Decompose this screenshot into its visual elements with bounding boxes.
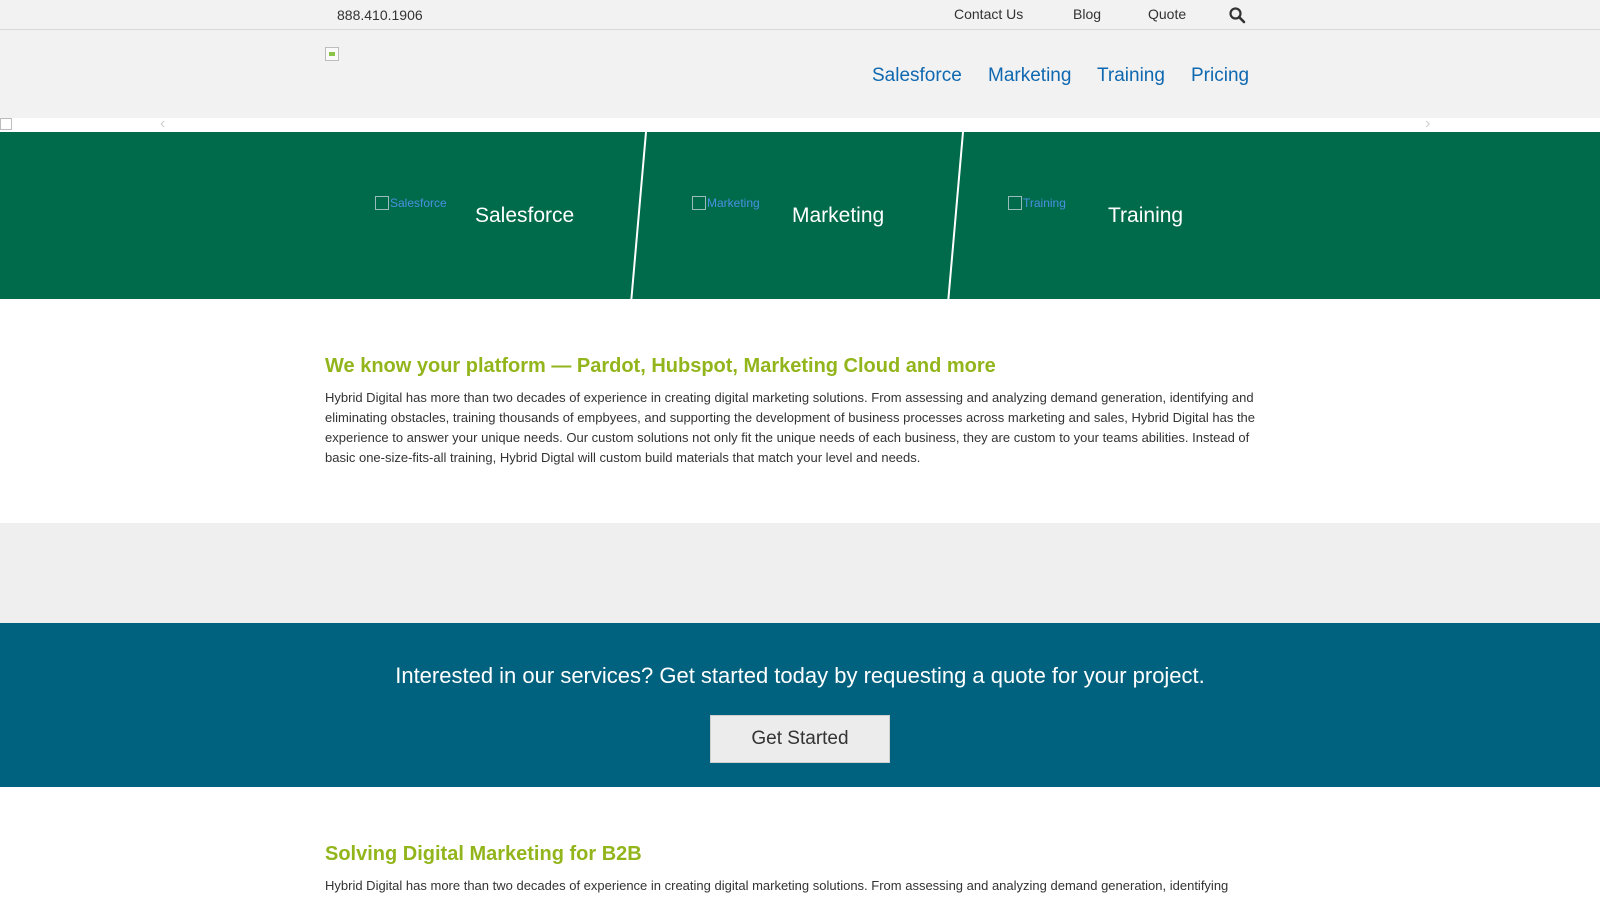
b2b-section: Solving Digital Marketing for B2B Hybrid… xyxy=(0,787,1600,900)
gray-divider-band xyxy=(0,523,1600,623)
blog-link[interactable]: Blog xyxy=(1073,6,1101,22)
b2b-body: Hybrid Digital has more than two decades… xyxy=(325,878,1229,893)
nav-training[interactable]: Training xyxy=(1097,65,1165,87)
get-started-button[interactable]: Get Started xyxy=(710,715,890,763)
platform-section: We know your platform — Pardot, Hubspot,… xyxy=(0,299,1600,523)
utility-bar: 888.410.1906 Contact Us Blog Quote xyxy=(0,0,1600,30)
b2b-heading: Solving Digital Marketing for B2B xyxy=(325,843,642,865)
logo-image[interactable] xyxy=(325,47,339,61)
site-header: Salesforce Marketing Training Pricing xyxy=(0,30,1600,118)
services-band: Salesforce Salesforce Marketing Marketin… xyxy=(0,132,1600,299)
quote-link[interactable]: Quote xyxy=(1148,6,1186,22)
nav-pricing[interactable]: Pricing xyxy=(1191,65,1249,87)
cta-text: Interested in our services? Get started … xyxy=(395,663,1205,688)
nav-marketing[interactable]: Marketing xyxy=(988,65,1071,87)
marketing-service-label[interactable]: Marketing xyxy=(792,204,884,228)
contact-us-link[interactable]: Contact Us xyxy=(954,6,1023,22)
service-divider xyxy=(630,132,647,299)
search-icon[interactable] xyxy=(1228,6,1246,24)
training-service-label[interactable]: Training xyxy=(1108,204,1183,228)
slider-prev-icon[interactable]: ‹ xyxy=(160,115,165,133)
slider-next-icon[interactable]: › xyxy=(1425,115,1430,133)
hero-slider: ‹ › xyxy=(0,115,1600,133)
marketing-service-image[interactable]: Marketing xyxy=(692,196,760,210)
salesforce-service-image[interactable]: Salesforce xyxy=(375,196,447,210)
phone-number[interactable]: 888.410.1906 xyxy=(337,7,423,23)
salesforce-service-label[interactable]: Salesforce xyxy=(475,204,574,228)
platform-body: Hybrid Digital has more than two decades… xyxy=(325,390,1256,465)
service-divider xyxy=(947,132,964,299)
platform-heading: We know your platform — Pardot, Hubspot,… xyxy=(325,355,996,377)
slide-image xyxy=(0,118,12,130)
cta-band: Interested in our services? Get started … xyxy=(0,623,1600,787)
nav-salesforce[interactable]: Salesforce xyxy=(872,65,962,87)
training-service-image[interactable]: Training xyxy=(1008,196,1066,210)
